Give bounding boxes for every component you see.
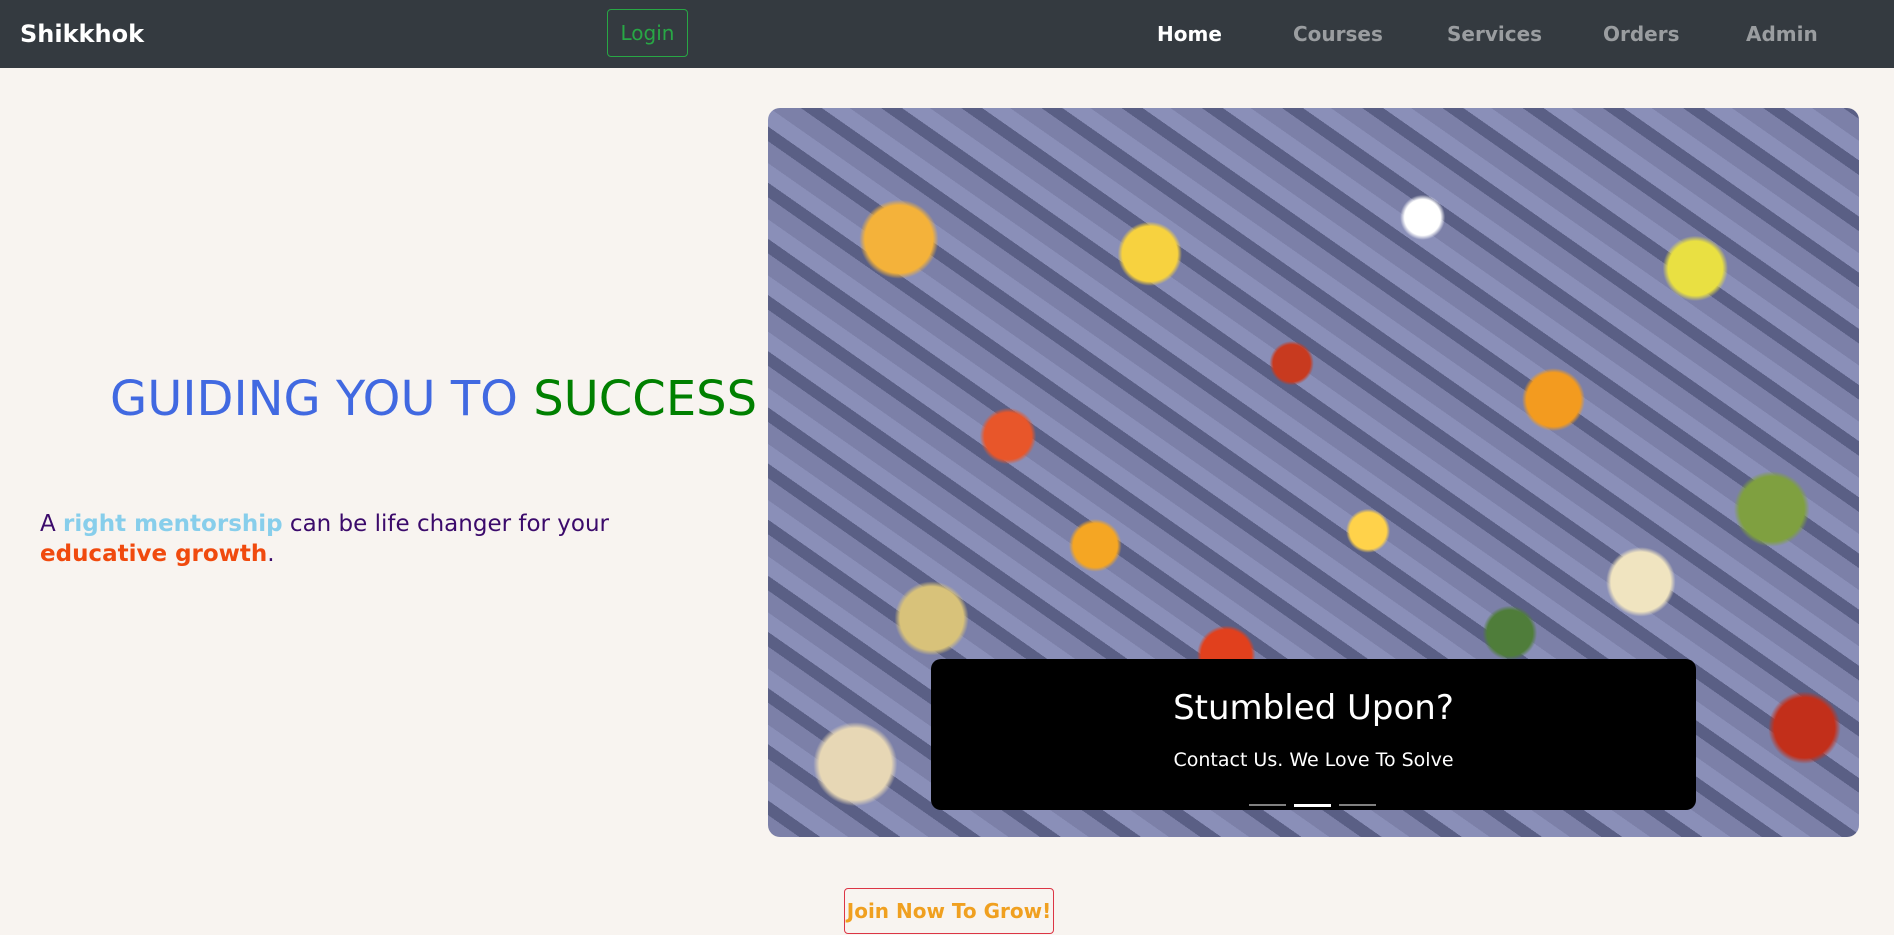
carousel-indicator-3[interactable] [1339,800,1376,810]
carousel-caption-text: Contact Us. We Love To Solve [1173,749,1454,771]
nav-link-orders[interactable]: Orders [1603,20,1680,48]
carousel-indicator-2[interactable] [1294,800,1331,810]
hero-subtitle: A right mentorship can be life changer f… [40,509,730,569]
hero-subtitle-part3: . [267,541,275,567]
join-now-button[interactable]: Join Now To Grow! [844,888,1054,934]
hero-subtitle-part1: A [40,511,64,537]
login-button[interactable]: Login [607,9,688,57]
hero-title-accent: SUCCESS [533,371,758,427]
hero-subtitle-highlight-growth: educative growth [40,541,268,567]
nav-link-admin[interactable]: Admin [1746,20,1818,48]
nav-link-courses[interactable]: Courses [1293,20,1383,48]
hero-carousel[interactable]: Stumbled Upon? Contact Us. We Love To So… [768,108,1859,837]
hero-subtitle-part2: can be life changer for your [282,511,610,537]
nav-link-services[interactable]: Services [1447,20,1542,48]
navbar: Shikkhok Login Home Courses Services Ord… [0,0,1894,68]
brand-logo[interactable]: Shikkhok [20,19,144,49]
hero-subtitle-highlight-mentorship: right mentorship [63,511,283,537]
hero-title: GUIDING YOU TO SUCCESS [110,368,757,430]
carousel-indicators [1249,800,1379,810]
nav-link-home[interactable]: Home [1157,20,1222,48]
carousel-caption: Stumbled Upon? Contact Us. We Love To So… [931,659,1696,810]
carousel-indicator-1[interactable] [1249,800,1286,810]
carousel-caption-title: Stumbled Upon? [1173,688,1454,728]
hero-title-part1: GUIDING YOU TO [110,371,534,427]
